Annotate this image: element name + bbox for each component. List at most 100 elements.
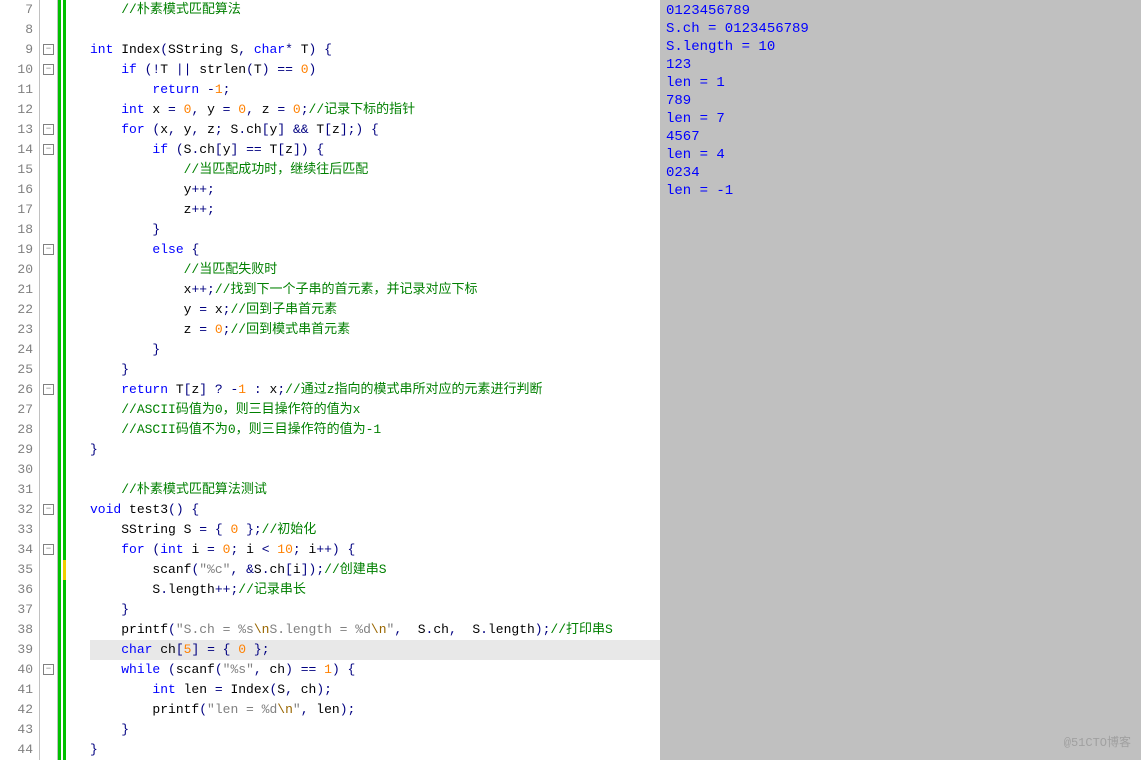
line-number: 17 xyxy=(0,200,39,220)
change-indicator xyxy=(58,240,86,260)
line-number: 21 xyxy=(0,280,39,300)
change-indicator xyxy=(58,200,86,220)
line-number: 10 xyxy=(0,60,39,80)
change-indicator xyxy=(58,100,86,120)
code-line[interactable]: } xyxy=(90,220,660,240)
line-number: 18 xyxy=(0,220,39,240)
line-number: 20 xyxy=(0,260,39,280)
code-line[interactable]: //当匹配失败时 xyxy=(90,260,660,280)
code-line[interactable]: int x = 0, y = 0, z = 0;//记录下标的指针 xyxy=(90,100,660,120)
code-line[interactable]: z = 0;//回到模式串首元素 xyxy=(90,320,660,340)
code-line[interactable]: //朴素模式匹配算法测试 xyxy=(90,480,660,500)
line-number: 22 xyxy=(0,300,39,320)
change-indicator xyxy=(58,520,86,540)
code-line[interactable]: while (scanf("%s", ch) == 1) { xyxy=(90,660,660,680)
fold-toggle-icon[interactable]: − xyxy=(43,44,54,55)
line-number: 25 xyxy=(0,360,39,380)
line-number: 13 xyxy=(0,120,39,140)
code-line[interactable]: if (!T || strlen(T) == 0) xyxy=(90,60,660,80)
code-line[interactable]: //当匹配成功时，继续往后匹配 xyxy=(90,160,660,180)
line-number: 33 xyxy=(0,520,39,540)
change-indicator xyxy=(58,540,86,560)
change-indicator xyxy=(58,400,86,420)
code-line[interactable] xyxy=(90,460,660,480)
fold-toggle-icon[interactable]: − xyxy=(43,384,54,395)
code-line[interactable]: if (S.ch[y] == T[z]) { xyxy=(90,140,660,160)
code-line[interactable]: scanf("%c", &S.ch[i]);//创建串S xyxy=(90,560,660,580)
line-number: 38 xyxy=(0,620,39,640)
console-output-line: len = 4 xyxy=(666,146,1135,164)
line-number: 12 xyxy=(0,100,39,120)
code-editor-panel: 7891011121314151617181920212223242526272… xyxy=(0,0,660,760)
console-output-line: S.ch = 0123456789 xyxy=(666,20,1135,38)
code-line[interactable]: else { xyxy=(90,240,660,260)
change-indicator xyxy=(58,80,86,100)
fold-toggle-icon[interactable]: − xyxy=(43,124,54,135)
code-line[interactable]: S.length++;//记录串长 xyxy=(90,580,660,600)
change-indicator xyxy=(58,640,86,660)
code-line[interactable]: for (int i = 0; i < 10; i++) { xyxy=(90,540,660,560)
line-number: 40 xyxy=(0,660,39,680)
code-line[interactable] xyxy=(90,20,660,40)
line-number: 34 xyxy=(0,540,39,560)
console-output-line: 0234 xyxy=(666,164,1135,182)
code-line[interactable]: y = x;//回到子串首元素 xyxy=(90,300,660,320)
code-line[interactable]: printf("len = %d\n", len); xyxy=(90,700,660,720)
change-indicator xyxy=(58,60,86,80)
code-line[interactable]: } xyxy=(90,720,660,740)
fold-toggle-icon[interactable]: − xyxy=(43,244,54,255)
code-line[interactable]: int len = Index(S, ch); xyxy=(90,680,660,700)
change-indicator xyxy=(58,180,86,200)
code-line[interactable]: } xyxy=(90,360,660,380)
change-indicator xyxy=(58,220,86,240)
line-number: 35 xyxy=(0,560,39,580)
code-line[interactable]: } xyxy=(90,340,660,360)
change-indicator xyxy=(58,460,86,480)
line-number: 16 xyxy=(0,180,39,200)
console-output-panel: 0123456789S.ch = 0123456789S.length = 10… xyxy=(660,0,1141,760)
line-number: 31 xyxy=(0,480,39,500)
fold-toggle-icon[interactable]: − xyxy=(43,144,54,155)
code-line[interactable]: int Index(SString S, char* T) { xyxy=(90,40,660,60)
line-number: 15 xyxy=(0,160,39,180)
code-area[interactable]: //朴素模式匹配算法 int Index(SString S, char* T) … xyxy=(86,0,660,760)
fold-toggle-icon[interactable]: − xyxy=(43,64,54,75)
code-line[interactable]: } xyxy=(90,600,660,620)
change-bar-column xyxy=(58,0,86,760)
console-output-line: 4567 xyxy=(666,128,1135,146)
change-indicator xyxy=(58,360,86,380)
change-indicator xyxy=(58,120,86,140)
code-line[interactable]: SString S = { 0 };//初始化 xyxy=(90,520,660,540)
code-line[interactable]: for (x, y, z; S.ch[y] && T[z];) { xyxy=(90,120,660,140)
line-number: 29 xyxy=(0,440,39,460)
watermark-text: @51CTO博客 xyxy=(1064,734,1131,752)
fold-toggle-icon[interactable]: − xyxy=(43,504,54,515)
change-indicator xyxy=(58,600,86,620)
code-line[interactable]: //朴素模式匹配算法 xyxy=(90,0,660,20)
fold-toggle-icon[interactable]: − xyxy=(43,664,54,675)
code-line[interactable]: return T[z] ? -1 : x;//通过z指向的模式串所对应的元素进行… xyxy=(90,380,660,400)
change-indicator xyxy=(58,720,86,740)
code-line[interactable]: z++; xyxy=(90,200,660,220)
console-output-line: 0123456789 xyxy=(666,2,1135,20)
code-line[interactable]: char ch[5] = { 0 }; xyxy=(90,640,660,660)
line-number: 44 xyxy=(0,740,39,760)
code-line[interactable]: //ASCII码值为0，则三目操作符的值为x xyxy=(90,400,660,420)
change-indicator xyxy=(58,680,86,700)
change-indicator xyxy=(58,20,86,40)
code-line[interactable]: printf("S.ch = %s\nS.length = %d\n", S.c… xyxy=(90,620,660,640)
code-line[interactable]: } xyxy=(90,440,660,460)
fold-toggle-icon[interactable]: − xyxy=(43,544,54,555)
code-line[interactable]: return -1; xyxy=(90,80,660,100)
console-output-line: len = 1 xyxy=(666,74,1135,92)
code-line[interactable]: //ASCII码值不为0，则三目操作符的值为-1 xyxy=(90,420,660,440)
code-line[interactable]: } xyxy=(90,740,660,760)
line-number: 24 xyxy=(0,340,39,360)
code-line[interactable]: x++;//找到下一个子串的首元素，并记录对应下标 xyxy=(90,280,660,300)
change-indicator xyxy=(58,300,86,320)
console-output-line: len = 7 xyxy=(666,110,1135,128)
code-line[interactable]: void test3() { xyxy=(90,500,660,520)
console-output-line: 123 xyxy=(666,56,1135,74)
change-indicator xyxy=(58,560,86,580)
code-line[interactable]: y++; xyxy=(90,180,660,200)
